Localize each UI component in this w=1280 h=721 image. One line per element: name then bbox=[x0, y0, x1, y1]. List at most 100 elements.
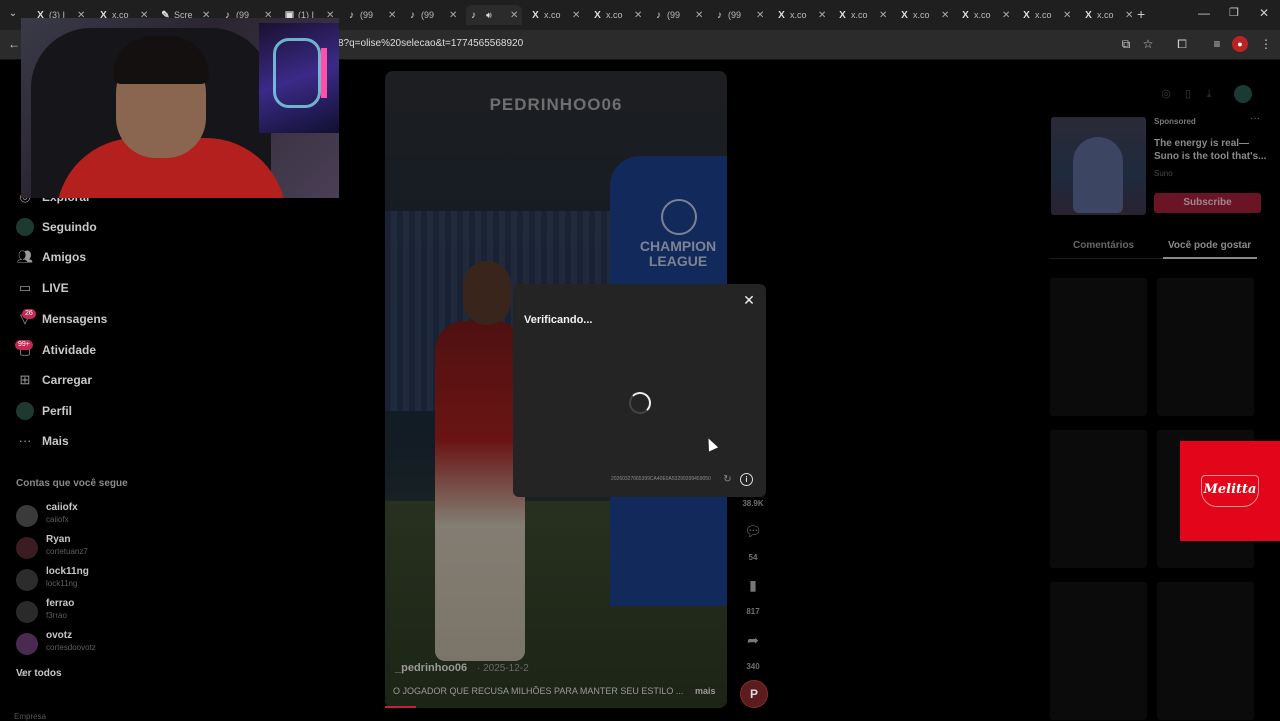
comment-icon[interactable]: 💬︎ bbox=[742, 520, 764, 542]
profile-avatar-icon[interactable]: ● bbox=[1232, 36, 1248, 52]
browser-tab[interactable]: Xx.co ✕ bbox=[528, 5, 584, 25]
video-author[interactable]: _pedrinhoo06 bbox=[395, 662, 467, 674]
ad-thumbnail[interactable] bbox=[1051, 117, 1146, 215]
video-progress-bar[interactable] bbox=[385, 706, 416, 708]
browser-tab[interactable]: Xx.co ✕ bbox=[958, 5, 1014, 25]
tab-close-icon[interactable]: ✕ bbox=[510, 10, 518, 21]
tab-close-icon[interactable]: ✕ bbox=[449, 10, 457, 21]
browser-tab[interactable]: Xx.co ✕ bbox=[835, 5, 891, 25]
browser-tab[interactable]: ♪ (99 ✕ bbox=[712, 5, 768, 25]
extensions-icon[interactable]: ⧠ bbox=[1174, 36, 1190, 52]
browser-tab[interactable]: Xx.co ✕ bbox=[897, 5, 953, 25]
nav-friends[interactable]: 👥︎ Amigos bbox=[16, 247, 86, 267]
ad-subscribe-button[interactable]: Subscribe bbox=[1154, 193, 1261, 213]
close-icon[interactable]: ✕ bbox=[741, 292, 757, 308]
avatar bbox=[16, 537, 38, 559]
tab-close-icon[interactable]: ✕ bbox=[941, 10, 949, 21]
tab-close-icon[interactable]: ✕ bbox=[879, 10, 887, 21]
upload-plus-icon: ⊞ bbox=[19, 372, 31, 387]
browser-tab[interactable]: Xx.co ✕ bbox=[590, 5, 646, 25]
bookmark-icon[interactable]: ▮ bbox=[742, 574, 764, 596]
url-field[interactable]: 8?q=olise%20selecao&t=1774565568920 bbox=[338, 38, 523, 49]
tab-close-icon[interactable]: ✕ bbox=[388, 10, 396, 21]
nav-label: Perfil bbox=[42, 404, 73, 418]
nav-profile[interactable]: Perfil bbox=[16, 401, 72, 421]
download-icon[interactable]: ⤓ bbox=[1201, 86, 1217, 102]
following-accounts-title: Contas que você segue bbox=[16, 478, 128, 489]
recommended-video[interactable] bbox=[1050, 430, 1147, 568]
verification-id: 20260327065399CA40E0A53299399459050 bbox=[611, 476, 711, 482]
browser-menu-icon[interactable]: ⋮ bbox=[1258, 36, 1274, 52]
tab-title: x.co bbox=[913, 10, 930, 20]
browser-tab[interactable]: Xx.co ✕ bbox=[774, 5, 830, 25]
ad-text: The energy is real— Suno is the tool tha… bbox=[1154, 138, 1267, 162]
share-icon[interactable]: ➦ bbox=[742, 629, 764, 651]
tab-title: x.co bbox=[790, 10, 807, 20]
browser-tab[interactable]: ♪ (99 ✕ bbox=[651, 5, 707, 25]
tab-close-icon[interactable]: ✕ bbox=[1063, 10, 1071, 21]
restore-icon[interactable]: ❐ bbox=[1229, 6, 1239, 19]
followed-account[interactable]: Ryan cortetuanz7 bbox=[16, 534, 216, 562]
caption-more-button[interactable]: mais bbox=[695, 686, 716, 696]
video-date: · 2025-12-2 bbox=[477, 663, 529, 674]
browser-tab[interactable]: ♪ (99 ✕ bbox=[344, 5, 400, 25]
tiktok-icon: ♪ bbox=[656, 9, 661, 21]
account-handle: caiiofx bbox=[46, 515, 69, 524]
followed-account[interactable]: ferrao f3rrao bbox=[16, 598, 216, 626]
tab-close-icon[interactable]: ✕ bbox=[572, 10, 580, 21]
tab-list-menu-icon[interactable]: ⌄ bbox=[6, 7, 20, 21]
compass-icon[interactable]: ◎ bbox=[1158, 86, 1174, 102]
browser-tab[interactable]: ♪ (99 ✕ bbox=[405, 5, 461, 25]
melitta-ad-banner[interactable]: Melitta bbox=[1180, 441, 1280, 541]
account-handle: f3rrao bbox=[46, 611, 67, 620]
tab-close-icon[interactable]: ✕ bbox=[818, 10, 826, 21]
browser-tab[interactable]: ♪ 🔊︎ ✕ bbox=[466, 5, 522, 25]
info-icon[interactable]: i bbox=[740, 473, 753, 486]
x-icon: X bbox=[594, 9, 601, 21]
recommended-video[interactable] bbox=[1050, 582, 1147, 720]
nav-upload[interactable]: ⊞ Carregar bbox=[16, 370, 92, 390]
tab-title: x.co bbox=[1097, 10, 1114, 20]
tab-close-icon[interactable]: ✕ bbox=[695, 10, 703, 21]
followed-account[interactable]: caiiofx caiiofx bbox=[16, 502, 216, 530]
speaker-icon[interactable]: 🔊︎ bbox=[486, 10, 492, 21]
browser-tab[interactable]: Xx.co ✕ bbox=[1081, 5, 1137, 25]
recommended-video[interactable] bbox=[1050, 278, 1147, 416]
close-window-icon[interactable]: ✕ bbox=[1259, 6, 1269, 20]
recommended-video[interactable] bbox=[1157, 278, 1254, 416]
x-icon: X bbox=[1023, 9, 1030, 21]
tab-comments[interactable]: Comentários bbox=[1073, 240, 1134, 251]
nav-label: Mais bbox=[42, 434, 69, 448]
tab-close-icon[interactable]: ✕ bbox=[634, 10, 642, 21]
tab-close-icon[interactable]: ✕ bbox=[1125, 10, 1133, 21]
active-tab-indicator bbox=[1163, 257, 1257, 259]
tab-title: x.co bbox=[606, 10, 623, 20]
tab-close-icon[interactable]: ✕ bbox=[756, 10, 764, 21]
tab-close-icon[interactable]: ✕ bbox=[1002, 10, 1010, 21]
user-avatar[interactable] bbox=[1234, 85, 1252, 103]
nav-live[interactable]: ▭ LIVE bbox=[16, 278, 69, 298]
back-icon[interactable]: ← bbox=[8, 37, 20, 51]
ad-more-icon[interactable]: ··· bbox=[1250, 113, 1260, 124]
creator-avatar[interactable]: P bbox=[740, 680, 768, 708]
nav-more[interactable]: ··· Mais bbox=[16, 431, 69, 451]
tab-you-may-like[interactable]: Você pode gostar bbox=[1168, 240, 1251, 251]
tiktok-icon: ♪ bbox=[717, 9, 722, 21]
new-tab-icon[interactable]: + bbox=[1137, 6, 1145, 22]
tab-title: (99 bbox=[667, 10, 681, 20]
followed-account[interactable]: ovotz cortesdoovotz bbox=[16, 630, 216, 658]
nav-following[interactable]: Seguindo bbox=[16, 217, 97, 237]
install-app-icon[interactable]: ⧉ bbox=[1118, 36, 1134, 52]
tab-title: (99 bbox=[360, 10, 374, 20]
device-icon[interactable]: ▯ bbox=[1180, 86, 1196, 102]
minimize-icon[interactable]: — bbox=[1198, 6, 1210, 20]
tiktok-icon: ♪ bbox=[410, 9, 415, 21]
refresh-icon[interactable]: ↻ bbox=[721, 473, 734, 486]
more-dots-icon: ··· bbox=[18, 433, 32, 448]
bookmark-star-icon[interactable]: ☆ bbox=[1140, 36, 1156, 52]
browser-tab[interactable]: Xx.co ✕ bbox=[1019, 5, 1075, 25]
list-icon: ≡ bbox=[20, 669, 26, 679]
recommended-video[interactable] bbox=[1157, 582, 1254, 720]
followed-account[interactable]: lock11ng lock11ng bbox=[16, 566, 216, 594]
media-controls-icon[interactable]: ≡ bbox=[1209, 36, 1225, 52]
